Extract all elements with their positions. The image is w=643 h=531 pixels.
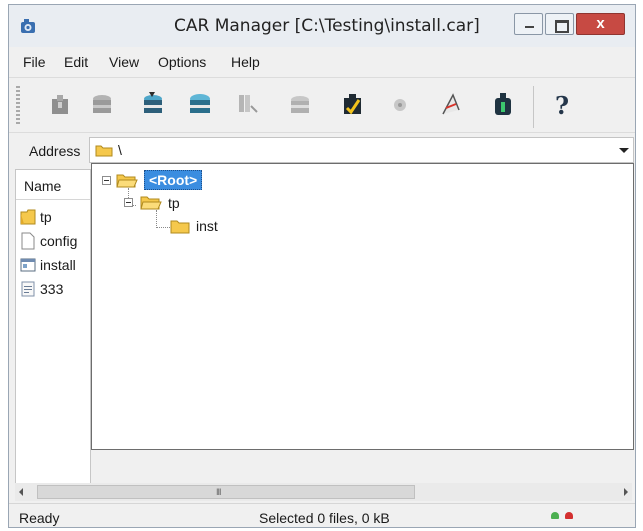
- folder-icon: [20, 209, 36, 225]
- scrollbar-grip: III: [216, 487, 221, 497]
- wizard-icon: [442, 93, 460, 115]
- toolbar-button-test[interactable]: [339, 90, 365, 118]
- file-list[interactable]: Name tp config install 333: [15, 169, 91, 484]
- list-item-name: config: [40, 233, 78, 249]
- menu-help[interactable]: Help: [231, 54, 260, 70]
- menu-bar: File Edit View Options Help: [9, 51, 635, 75]
- box-open-icon: [93, 95, 111, 113]
- list-item[interactable]: 333: [18, 279, 90, 299]
- folder-tree[interactable]: <Root> tp inst: [91, 163, 634, 450]
- list-item-name: tp: [40, 209, 52, 225]
- scroll-left-icon[interactable]: [19, 488, 23, 496]
- folder-icon: [95, 145, 113, 157]
- maximize-button[interactable]: [545, 13, 574, 35]
- tree-node-tp[interactable]: tp: [168, 195, 180, 211]
- column-header-label: Name: [24, 178, 62, 194]
- tree-node-inst[interactable]: inst: [196, 218, 218, 234]
- folder-open-icon: [140, 196, 162, 210]
- toolbar-button-info[interactable]: [490, 90, 516, 118]
- status-indicator-green: [551, 512, 559, 519]
- horizontal-scrollbar[interactable]: III: [15, 483, 632, 501]
- toolbar-button-disc[interactable]: [387, 90, 413, 118]
- window-title: CAR Manager [C:\Testing\install.car]: [174, 16, 480, 36]
- disc-icon: [394, 99, 406, 111]
- scrollbar-thumb[interactable]: III: [37, 485, 415, 499]
- box-delete-icon: [291, 96, 309, 113]
- tree-node-root[interactable]: <Root>: [144, 170, 203, 190]
- column-header-name[interactable]: Name: [16, 170, 90, 200]
- toolbar-button-pages[interactable]: [234, 90, 260, 118]
- tree-connector: [156, 210, 157, 228]
- list-item[interactable]: install: [18, 255, 90, 275]
- status-selection: Selected 0 files, 0 kB: [259, 510, 390, 526]
- toolbar-button-new[interactable]: [47, 90, 73, 118]
- toolbar-grip[interactable]: [16, 86, 20, 126]
- list-item-name: 333: [40, 281, 64, 297]
- toolbar-separator: [533, 86, 534, 128]
- folder-icon: [170, 220, 190, 234]
- box-add-icon: [190, 94, 210, 113]
- status-indicator-red: [565, 512, 573, 519]
- menu-view[interactable]: View: [109, 54, 139, 70]
- camera-icon: [21, 19, 35, 33]
- status-ready: Ready: [19, 510, 60, 526]
- title-bar[interactable]: CAR Manager [C:\Testing\install.car] x: [9, 5, 635, 47]
- menu-file[interactable]: File: [23, 54, 46, 70]
- folder-open-icon: [116, 174, 138, 188]
- toolbar-button-help[interactable]: ?: [549, 90, 575, 120]
- toolbar-button-wizard[interactable]: [437, 90, 463, 118]
- text-file-icon: [21, 281, 35, 297]
- minimize-button[interactable]: [514, 13, 543, 35]
- menu-options[interactable]: Options: [158, 54, 206, 70]
- menu-edit[interactable]: Edit: [64, 54, 88, 70]
- help-icon: ?: [555, 91, 570, 120]
- pages-icon: [239, 95, 258, 113]
- address-value: \: [118, 142, 122, 158]
- toolbar-button-extract[interactable]: [140, 90, 166, 118]
- list-item-name: install: [40, 257, 76, 273]
- address-label: Address: [29, 143, 81, 159]
- close-button[interactable]: x: [576, 13, 625, 35]
- close-icon: x: [596, 15, 605, 32]
- file-icon: [21, 232, 35, 250]
- list-item[interactable]: config: [18, 231, 90, 251]
- info-icon: [495, 93, 511, 115]
- chevron-down-icon[interactable]: [619, 148, 629, 153]
- toolbar-button-add[interactable]: [187, 90, 213, 118]
- address-bar: Address \: [9, 135, 635, 165]
- toolbar: ?: [9, 77, 635, 133]
- box-extract-icon: [144, 92, 162, 113]
- address-input[interactable]: \: [89, 137, 634, 163]
- list-item[interactable]: tp: [18, 207, 90, 227]
- status-bar: Ready Selected 0 files, 0 kB: [9, 503, 635, 527]
- toolbar-button-delete[interactable]: [287, 90, 313, 118]
- package-icon: [52, 95, 68, 114]
- test-archive-icon: [344, 94, 361, 115]
- collapse-tp-button[interactable]: [124, 198, 133, 207]
- app-window: CAR Manager [C:\Testing\install.car] x F…: [8, 4, 636, 528]
- toolbar-button-open[interactable]: [89, 90, 115, 118]
- app-file-icon: [20, 258, 36, 272]
- scroll-right-icon[interactable]: [624, 488, 628, 496]
- collapse-root-button[interactable]: [102, 176, 111, 185]
